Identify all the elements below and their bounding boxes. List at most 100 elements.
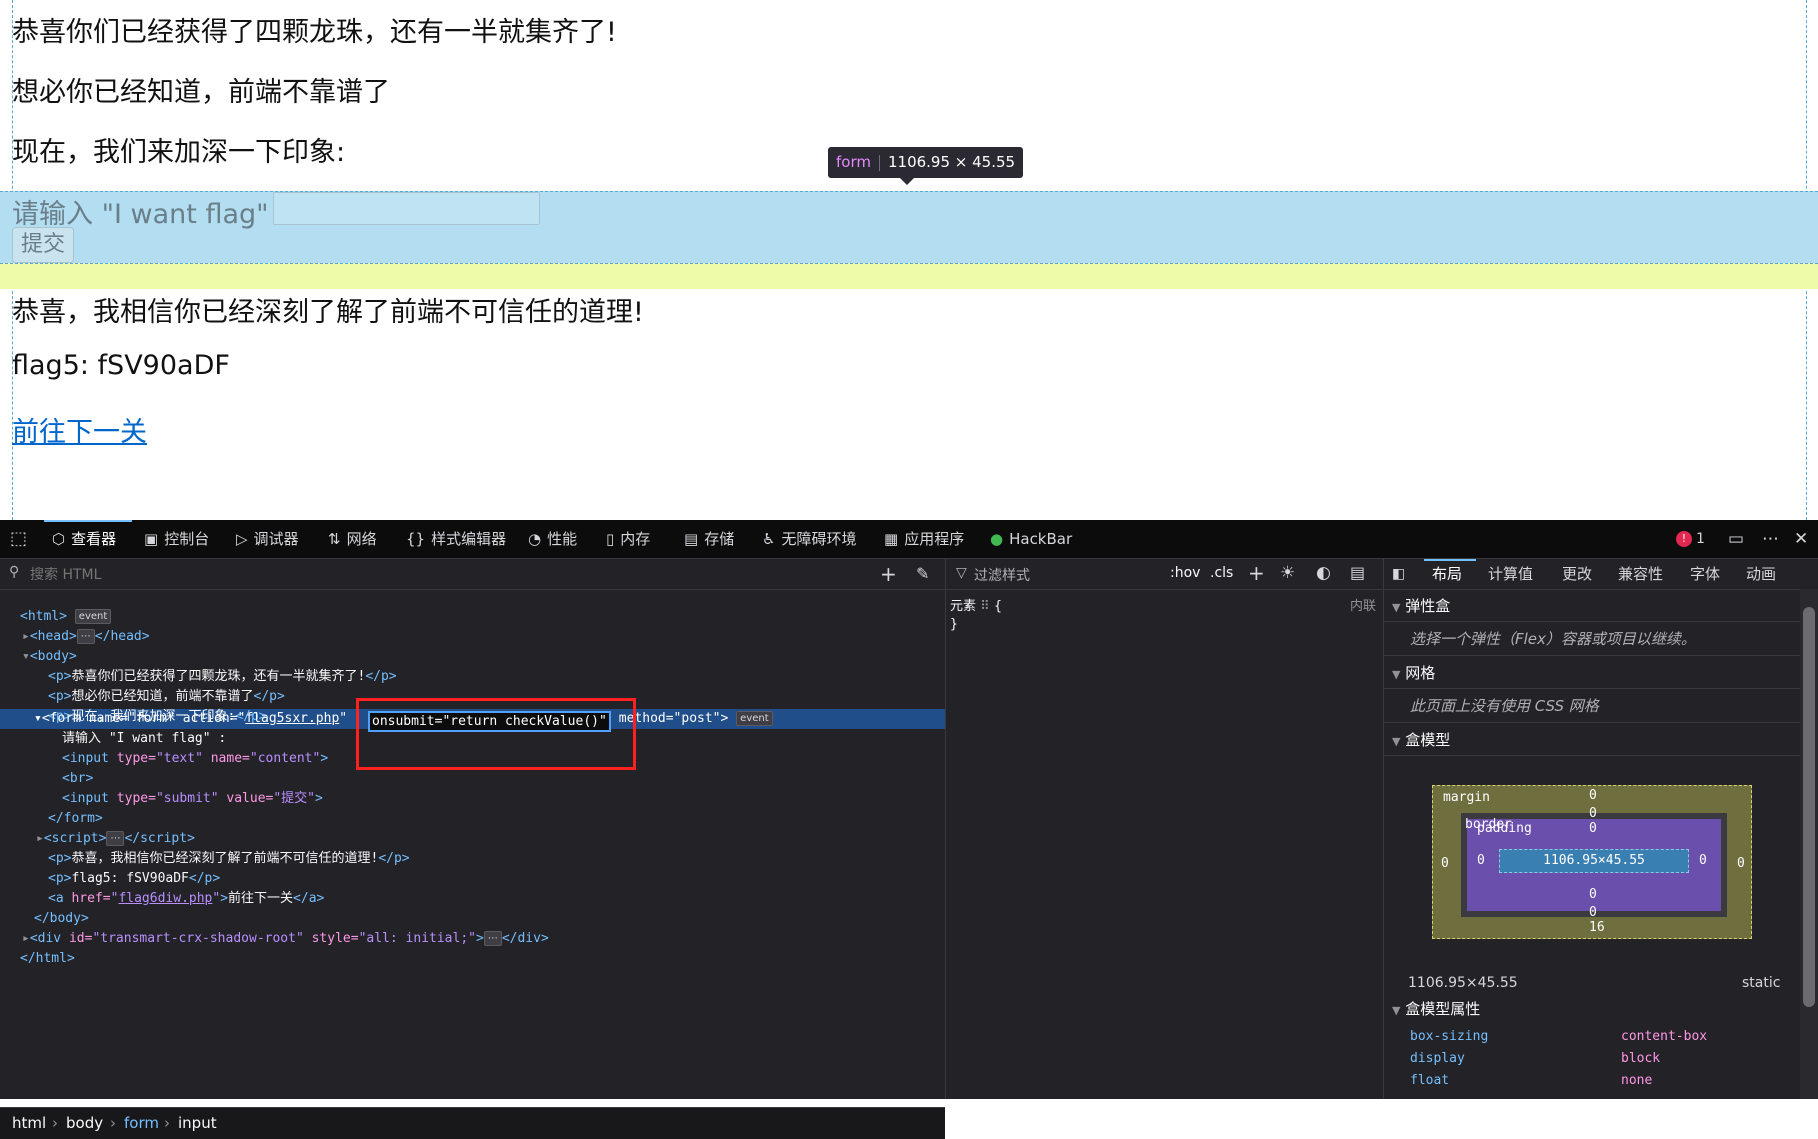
node-body[interactable]: ▾<body> xyxy=(22,647,77,667)
boxmodel-content[interactable]: 1106.95×45.55 xyxy=(1499,849,1689,873)
tab-storage[interactable]: ▤ 存储 xyxy=(684,520,734,558)
prop-value[interactable]: none xyxy=(1621,1073,1652,1088)
memory-icon: ▯ xyxy=(606,530,615,548)
layout-scrollbar[interactable] xyxy=(1800,589,1818,1099)
close-icon[interactable]: ✕ xyxy=(1794,520,1808,558)
eyedropper-icon[interactable]: ✎ xyxy=(916,564,929,583)
error-icon[interactable]: ! xyxy=(1676,531,1692,547)
boxmodel-padding[interactable]: padding 0 0 0 0 1106.95×45.55 xyxy=(1467,819,1721,911)
breadcrumb-form[interactable]: form xyxy=(124,1108,159,1138)
add-node-icon[interactable]: + xyxy=(880,562,897,586)
breadcrumb-html[interactable]: html xyxy=(12,1108,46,1138)
node-head[interactable]: ▸<head> ⋯ </head> xyxy=(22,627,150,647)
dock-icon[interactable]: ▭ xyxy=(1728,520,1744,558)
scroll-thumb[interactable] xyxy=(1803,607,1815,1007)
prop-value[interactable]: block xyxy=(1621,1051,1660,1066)
html-search-input[interactable] xyxy=(28,565,832,585)
paragraph-4: 恭喜，我相信你已经深刻了解了前端不可信任的道理! xyxy=(12,297,644,328)
node-form-close[interactable]: </form> xyxy=(48,809,103,829)
more-options-icon[interactable]: ⋯ xyxy=(1762,520,1779,558)
cls-toggle[interactable]: .cls xyxy=(1210,565,1233,581)
accessibility-icon: ♿ xyxy=(762,530,776,548)
debugger-icon: ▷ xyxy=(236,530,248,548)
boxmodel-border[interactable]: border 0 0 padding 0 0 0 0 1106.95×45.55 xyxy=(1461,806,1727,920)
tooltip-size: 1106.95 × 45.55 xyxy=(887,153,1016,171)
flag-text-input[interactable] xyxy=(273,192,540,225)
style-editor-icon: {} xyxy=(406,530,426,548)
node-p4[interactable]: <p>恭喜，我相信你已经深刻了解了前端不可信任的道理!</p> xyxy=(48,849,410,869)
node-br[interactable]: <br> xyxy=(62,769,93,789)
tab-application[interactable]: ▦ 应用程序 xyxy=(884,520,964,558)
error-count[interactable]: 1 xyxy=(1696,520,1705,558)
element-dimensions: 1106.95×45.55 xyxy=(1408,975,1518,991)
divider xyxy=(1384,755,1800,756)
margin-right-value[interactable]: 0 xyxy=(1737,856,1745,871)
paragraph-1: 恭喜你们已经获得了四颗龙珠，还有一半就集齐了! xyxy=(12,17,617,48)
node-p5[interactable]: <p>flag5: fSV90aDF</p> xyxy=(48,869,220,889)
padding-bottom-value[interactable]: 0 xyxy=(1589,887,1597,902)
prop-value[interactable]: content-box xyxy=(1621,1029,1707,1044)
node-p2[interactable]: <p>想必你已经知道，前端不靠谱了</p> xyxy=(48,687,285,707)
tab-console[interactable]: ▣ 控制台 xyxy=(144,520,209,558)
print-media-icon[interactable]: ▤ xyxy=(1350,563,1365,582)
element-rule[interactable]: 元素 ⠿ { xyxy=(950,597,1002,617)
next-level-link[interactable]: 前往下一关 xyxy=(12,410,147,449)
console-icon: ▣ xyxy=(144,530,159,548)
inspector-icon: ⬡ xyxy=(52,530,66,548)
add-rule-icon[interactable]: + xyxy=(1248,561,1265,585)
tab-hackbar[interactable]: ● HackBar xyxy=(990,520,1072,558)
padding-right-value[interactable]: 0 xyxy=(1699,853,1707,868)
tab-compatibility[interactable]: 兼容性 xyxy=(1618,559,1663,589)
tab-style-editor[interactable]: {} 样式编辑器 xyxy=(406,520,506,558)
annotation-red-box xyxy=(356,698,636,770)
tab-changes[interactable]: 更改 xyxy=(1562,559,1592,589)
padding-left-value[interactable]: 0 xyxy=(1477,853,1485,868)
element-rule-close: } xyxy=(950,617,958,632)
node-div-shadow-root[interactable]: ▸<div id="transmart-crx-shadow-root" sty… xyxy=(22,929,549,949)
node-input-submit[interactable]: <input type="submit" value="提交"> xyxy=(62,789,323,809)
border-top-value[interactable]: 0 xyxy=(1589,806,1597,821)
filter-styles-input[interactable]: 过滤样式 xyxy=(974,565,1030,585)
tab-debugger[interactable]: ▷ 调试器 xyxy=(236,520,299,558)
boxmodel-margin[interactable]: margin 0 16 0 0 border 0 0 padding 0 0 0… xyxy=(1432,785,1752,939)
boxmodel-section-header[interactable]: ▼ 盒模型 xyxy=(1392,729,1450,750)
element-picker-icon[interactable]: ⬚ xyxy=(10,520,27,558)
node-html-close[interactable]: </html> xyxy=(20,949,75,969)
margin-top-value[interactable]: 0 xyxy=(1589,788,1597,803)
submit-button[interactable]: 提交 xyxy=(12,227,75,263)
tab-accessibility[interactable]: ♿ 无障碍环境 xyxy=(762,520,856,558)
grid-section-body: 此页面上没有使用 CSS 网格 xyxy=(1410,697,1599,715)
node-p1[interactable]: <p>恭喜你们已经获得了四颗龙珠，还有一半就集齐了!</p> xyxy=(48,667,397,687)
grid-section-header[interactable]: ▼ 网格 xyxy=(1392,662,1435,683)
tab-layout[interactable]: 布局 xyxy=(1432,559,1462,589)
dark-mode-icon[interactable]: ◐ xyxy=(1316,563,1331,583)
node-input-text[interactable]: <input type="text" name="content"> xyxy=(62,749,328,769)
tab-performance[interactable]: ◔ 性能 xyxy=(528,520,577,558)
light-mode-icon[interactable]: ☀ xyxy=(1280,563,1295,583)
chevron-down-icon: ▼ xyxy=(1392,735,1401,748)
tab-computed[interactable]: 计算值 xyxy=(1488,559,1533,589)
tab-network[interactable]: ⇅ 网络 xyxy=(328,520,377,558)
html-search-bar: ⚲ + ✎ xyxy=(0,559,945,590)
margin-left-value[interactable]: 0 xyxy=(1441,856,1449,871)
tab-animations[interactable]: 动画 xyxy=(1746,559,1776,589)
boxmodel-props-header[interactable]: ▼ 盒模型属性 xyxy=(1392,998,1480,1019)
node-script[interactable]: ▸<script> ⋯ </script> xyxy=(36,829,195,849)
hov-toggle[interactable]: :hov xyxy=(1170,565,1200,581)
margin-bottom-value[interactable]: 16 xyxy=(1589,920,1605,935)
chevron-right-icon: › xyxy=(110,1114,116,1132)
node-body-close[interactable]: </body> xyxy=(34,909,89,929)
application-icon: ▦ xyxy=(884,530,899,548)
breadcrumb-input[interactable]: input xyxy=(178,1108,217,1138)
tab-inspector[interactable]: ⬡ 查看器 xyxy=(52,520,116,558)
breadcrumb-body[interactable]: body xyxy=(66,1108,103,1138)
node-html[interactable]: <html> event xyxy=(20,607,112,627)
tab-fonts[interactable]: 字体 xyxy=(1690,559,1720,589)
tab-memory[interactable]: ▯ 内存 xyxy=(606,520,650,558)
node-form-text[interactable]: 请输入 "I want flag" : xyxy=(62,729,226,749)
toggle-sidebar-icon[interactable]: ◧ xyxy=(1392,559,1405,589)
flex-section-header[interactable]: ▼ 弹性盒 xyxy=(1392,595,1450,616)
node-a[interactable]: <a href="flag6diw.php">前往下一关</a> xyxy=(48,889,324,909)
border-bottom-value[interactable]: 0 xyxy=(1589,905,1597,920)
padding-top-value[interactable]: 0 xyxy=(1589,821,1597,836)
